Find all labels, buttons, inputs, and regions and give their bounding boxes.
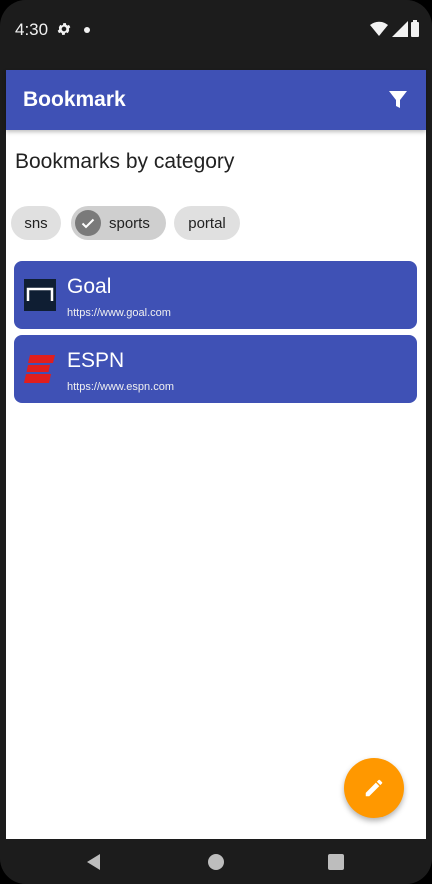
back-icon[interactable] xyxy=(85,853,103,871)
chip-sns[interactable]: sns xyxy=(11,206,61,240)
recents-icon[interactable] xyxy=(327,853,345,871)
bookmark-title: Goal xyxy=(67,275,112,298)
wifi-icon xyxy=(370,21,388,36)
espn-logo-icon xyxy=(24,355,55,383)
app-bar: Bookmark xyxy=(6,70,426,130)
chip-sports[interactable]: sports xyxy=(71,206,166,240)
filter-button[interactable] xyxy=(382,84,414,116)
app-title: Bookmark xyxy=(23,88,126,111)
home-icon[interactable] xyxy=(207,853,225,871)
check-icon xyxy=(75,210,101,236)
chip-label: portal xyxy=(188,214,226,232)
battery-icon xyxy=(411,20,419,37)
app-screen: Bookmark Bookmarks by category sns sport… xyxy=(6,70,426,839)
section-title: Bookmarks by category xyxy=(15,150,235,173)
status-bar: 4:30 xyxy=(6,0,426,70)
bookmark-card-espn[interactable]: ESPN https://www.espn.com xyxy=(14,335,417,403)
bookmark-url: https://www.espn.com xyxy=(67,381,174,393)
goal-logo-icon xyxy=(24,279,56,311)
edit-fab-button[interactable] xyxy=(344,758,404,818)
bookmark-card-goal[interactable]: Goal https://www.goal.com xyxy=(14,261,417,329)
gear-icon xyxy=(57,23,71,35)
bookmark-url: https://www.goal.com xyxy=(67,307,171,319)
status-time: 4:30 xyxy=(15,20,49,39)
chip-portal[interactable]: portal xyxy=(174,206,240,240)
chip-label: sns xyxy=(24,214,48,232)
chip-label: sports xyxy=(109,214,150,232)
pencil-icon xyxy=(365,779,383,797)
phone-frame: 4:30 Bookmark Bookmarks by category sns … xyxy=(0,0,432,884)
bookmark-title: ESPN xyxy=(67,349,125,372)
notification-dot-icon xyxy=(84,27,90,33)
system-nav-bar xyxy=(0,839,432,884)
cell-signal-icon xyxy=(392,21,408,37)
filter-icon xyxy=(389,91,407,108)
